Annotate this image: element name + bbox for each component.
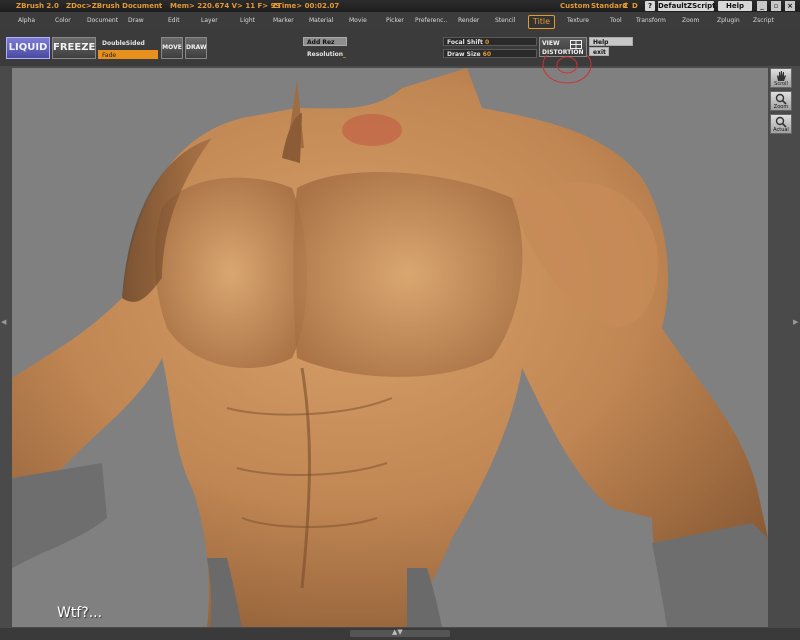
menu-draw[interactable]: Draw bbox=[128, 12, 144, 30]
draw-size-label: Draw Size bbox=[447, 51, 481, 58]
brush-cursor-icon bbox=[542, 55, 592, 84]
menu-edit[interactable]: Edit bbox=[168, 12, 180, 30]
menu-color[interactable]: Color bbox=[55, 12, 71, 30]
draw-size-slider[interactable]: Draw Size 60 bbox=[443, 49, 537, 58]
torso-sculpt bbox=[12, 68, 768, 627]
freeze-button[interactable]: FREEZE bbox=[52, 37, 96, 59]
document-name: ZDoc>ZBrush Document bbox=[66, 2, 163, 10]
canvas-viewport[interactable]: Wtf?... bbox=[12, 68, 768, 627]
left-tray-handle-icon[interactable]: ◀ bbox=[1, 318, 6, 328]
draw-button[interactable]: DRAW bbox=[185, 37, 207, 59]
z-menu[interactable]: Z bbox=[623, 0, 628, 12]
menu-marker[interactable]: Marker bbox=[273, 12, 294, 30]
zoom-label: Zoom bbox=[773, 104, 789, 110]
app-name: ZBrush 2.0 bbox=[16, 2, 59, 10]
liquid-button[interactable]: LIQUID bbox=[6, 37, 50, 59]
title-bar: ZBrush 2.0 ZDoc>ZBrush Document Mem> 220… bbox=[0, 0, 800, 12]
resolution-label: Resolution bbox=[307, 51, 344, 58]
menu-material[interactable]: Material bbox=[309, 12, 333, 30]
grid-icon bbox=[570, 40, 582, 49]
draw-size-value: 60 bbox=[482, 51, 492, 58]
actual-button[interactable]: Actual bbox=[770, 114, 792, 134]
add-rez-button[interactable]: Add Rez bbox=[303, 37, 347, 46]
menu-preferences[interactable]: Preferenc.. bbox=[415, 12, 447, 30]
custom-menu[interactable]: Custom bbox=[560, 0, 590, 12]
memory-readout: Mem> 220.674 V> 11 F> 99 bbox=[170, 2, 281, 10]
resolution-value: _ bbox=[343, 51, 347, 58]
menu-title[interactable]: Title bbox=[528, 15, 555, 29]
top-shelf: LIQUID FREEZE DoubleSided Fade MOVE DRAW… bbox=[0, 30, 800, 66]
menu-zplugin[interactable]: Zplugin bbox=[717, 12, 740, 30]
menu-alpha[interactable]: Alpha bbox=[18, 12, 35, 30]
move-button[interactable]: MOVE bbox=[161, 37, 183, 59]
scroll-label: Scroll bbox=[774, 81, 788, 87]
right-tray-handle-icon[interactable]: ▶ bbox=[793, 318, 798, 328]
bottom-arrows-icon: ▲▼ bbox=[392, 628, 403, 636]
focal-shift-label: Focal Shift bbox=[447, 39, 483, 46]
bottom-tray-handle[interactable]: ▲▼ bbox=[350, 628, 450, 637]
ztime-readout: ZTime> 00:02.07 bbox=[272, 2, 340, 10]
actual-label: Actual bbox=[773, 127, 789, 133]
menu-bar: Alpha Color Document Draw Edit Layer Lig… bbox=[0, 12, 800, 30]
doublesided-toggle[interactable]: DoubleSided bbox=[98, 38, 158, 47]
focal-shift-slider[interactable]: Focal Shift 0 bbox=[443, 37, 537, 46]
standard-menu[interactable]: Standard bbox=[591, 0, 627, 12]
menu-stencil[interactable]: Stencil bbox=[495, 12, 515, 30]
zoom-button[interactable]: Zoom bbox=[770, 91, 792, 111]
menu-render[interactable]: Render bbox=[458, 12, 479, 30]
menu-zscript[interactable]: Zscript bbox=[753, 12, 774, 30]
close-icon[interactable]: × bbox=[785, 1, 795, 11]
menu-document[interactable]: Document bbox=[87, 12, 118, 30]
help-button[interactable]: Help bbox=[718, 1, 752, 11]
bottom-tray-bar: ▲▼ bbox=[0, 628, 800, 640]
menu-transform[interactable]: Transform bbox=[636, 12, 666, 30]
help-small-button[interactable]: Help bbox=[589, 37, 633, 46]
d-menu[interactable]: D bbox=[632, 0, 638, 12]
menu-light[interactable]: Light bbox=[240, 12, 255, 30]
menu-zoom[interactable]: Zoom bbox=[682, 12, 699, 30]
scroll-button[interactable]: Scroll bbox=[770, 68, 792, 88]
view-distortion-button[interactable]: VIEW DISTORTION bbox=[539, 37, 587, 57]
minimize-icon[interactable]: _ bbox=[757, 1, 767, 11]
resolution-slider[interactable]: Resolution_ bbox=[303, 49, 347, 58]
menu-movie[interactable]: Movie bbox=[349, 12, 367, 30]
fade-slider[interactable]: Fade bbox=[98, 50, 158, 59]
menu-texture[interactable]: Texture bbox=[567, 12, 589, 30]
canvas-caption: Wtf?... bbox=[57, 605, 103, 621]
help-question-button[interactable]: ? bbox=[645, 1, 655, 11]
menu-tool[interactable]: Tool bbox=[610, 12, 622, 30]
menu-picker[interactable]: Picker bbox=[386, 12, 404, 30]
restore-icon[interactable]: ▫ bbox=[771, 1, 781, 11]
focal-shift-value: 0 bbox=[484, 39, 490, 46]
menu-layer[interactable]: Layer bbox=[201, 12, 218, 30]
defaultzscript-button[interactable]: DefaultZScript bbox=[658, 1, 716, 11]
